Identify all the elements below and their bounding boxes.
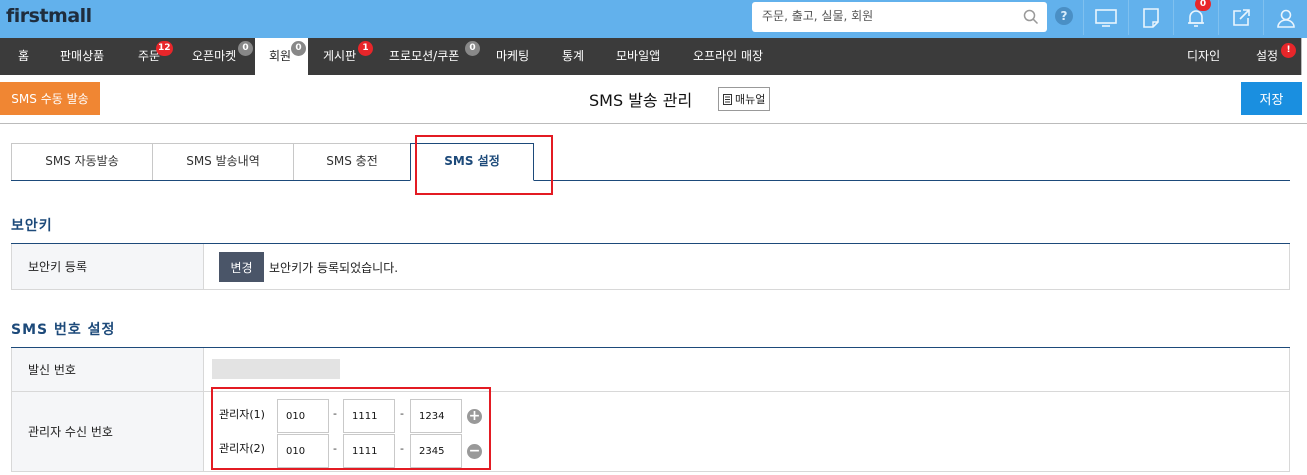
search-input[interactable] (762, 2, 1012, 30)
admin-1-phone-part1[interactable] (277, 399, 329, 433)
admin-1-phone-part2[interactable] (343, 399, 395, 433)
nav-item-mobile-app[interactable]: 모바일앱 (616, 38, 660, 75)
tab-sms-settings[interactable]: SMS 설정 (410, 143, 534, 181)
security-table: 보안키 등록 변경 보안키가 등록되었습니다. (11, 243, 1290, 290)
nav-item-products[interactable]: 판매상품 (60, 38, 104, 75)
dash: - (400, 407, 404, 420)
change-key-button[interactable]: 변경 (219, 252, 264, 282)
header-divider (0, 123, 1307, 124)
nav-item-promotion[interactable]: 프로모션/쿠폰 0 (389, 38, 480, 75)
monitor-icon[interactable] (1083, 0, 1127, 35)
memo-icon[interactable] (1128, 0, 1172, 35)
admin-1-label: 관리자(1) (219, 408, 265, 421)
page-title: SMS 발송 관리 (589, 91, 693, 110)
sms-number-section-title: SMS 번호 설정 (11, 322, 116, 338)
admin-2-phone-part2[interactable] (343, 434, 395, 468)
tab-bar: SMS 자동발송 SMS 발송내역 SMS 충전 SMS 설정 (11, 143, 1290, 181)
nav-item-statistics[interactable]: 통계 (562, 38, 584, 75)
manual-label: 매뉴얼 (735, 93, 766, 106)
promotion-badge: 0 (465, 41, 480, 56)
dash: - (333, 442, 337, 455)
document-icon (723, 93, 732, 105)
search-box[interactable] (752, 2, 1047, 32)
logo[interactable]: firstmall (6, 5, 92, 27)
sender-number-row: 발신 번호 (11, 348, 1290, 392)
admin-2-phone-part1[interactable] (277, 434, 329, 468)
sms-number-table: 발신 번호 관리자 수신 번호 관리자(1) - - + 관리자(2) - - … (11, 347, 1290, 472)
nav-item-board[interactable]: 게시판 1 (323, 38, 373, 75)
dash: - (333, 407, 337, 420)
nav-item-home[interactable]: 홈 (18, 38, 29, 75)
board-badge: 1 (358, 41, 373, 56)
nav-item-openmarket[interactable]: 오픈마켓 0 (192, 38, 253, 75)
tab-sms-charge[interactable]: SMS 충전 (293, 143, 411, 180)
search-icon[interactable] (1023, 9, 1039, 28)
top-bar: firstmall ? 0 (0, 0, 1307, 38)
admin-2-label: 관리자(2) (219, 442, 265, 455)
external-link-icon[interactable] (1218, 0, 1262, 35)
openmarket-badge: 0 (238, 41, 253, 56)
orders-badge: 12 (156, 41, 173, 56)
manual-button[interactable]: 매뉴얼 (718, 87, 771, 111)
security-key-status: 보안키가 등록되었습니다. (269, 261, 399, 275)
security-section-title: 보안키 (11, 218, 53, 234)
tab-sms-history[interactable]: SMS 발송내역 (152, 143, 294, 180)
sms-manual-send-button[interactable]: SMS 수동 발송 (0, 82, 100, 115)
main-nav: 홈 판매상품 주문 12 오픈마켓 0 회원 0 게시판 1 프로모션/쿠폰 0… (0, 38, 1307, 75)
nav-item-marketing[interactable]: 마케팅 (496, 38, 529, 75)
admin-number-label: 관리자 수신 번호 (12, 392, 204, 471)
dash: - (400, 442, 404, 455)
nav-item-orders[interactable]: 주문 12 (138, 38, 173, 75)
security-key-row: 보안키 등록 변경 보안키가 등록되었습니다. (11, 244, 1290, 290)
nav-scrollbar[interactable] (1301, 38, 1307, 75)
admin-2-phone-part3[interactable] (410, 434, 462, 468)
user-icon[interactable] (1263, 0, 1307, 35)
nav-item-members[interactable]: 회원 0 (255, 38, 308, 75)
admin-1-phone-part3[interactable] (410, 399, 462, 433)
nav-item-design[interactable]: 디자인 (1187, 38, 1220, 75)
nav-item-offline-store[interactable]: 오프라인 매장 (693, 38, 763, 75)
settings-badge: ! (1281, 43, 1296, 58)
notification-badge: 0 (1195, 0, 1211, 11)
sender-number-label: 발신 번호 (12, 348, 204, 391)
sender-number-value (212, 359, 340, 379)
notification-button[interactable]: 0 (1173, 0, 1217, 35)
help-icon[interactable]: ? (1055, 7, 1073, 25)
security-key-label: 보안키 등록 (12, 244, 204, 289)
save-button[interactable]: 저장 (1241, 82, 1302, 115)
tab-sms-auto-send[interactable]: SMS 자동발송 (11, 143, 153, 180)
members-badge: 0 (291, 41, 306, 56)
plus-circle-icon[interactable]: + (467, 409, 482, 424)
admin-number-row: 관리자 수신 번호 관리자(1) - - + 관리자(2) - - − (11, 392, 1290, 472)
nav-item-settings[interactable]: 설정 ! (1256, 38, 1296, 75)
minus-circle-icon[interactable]: − (467, 444, 482, 459)
